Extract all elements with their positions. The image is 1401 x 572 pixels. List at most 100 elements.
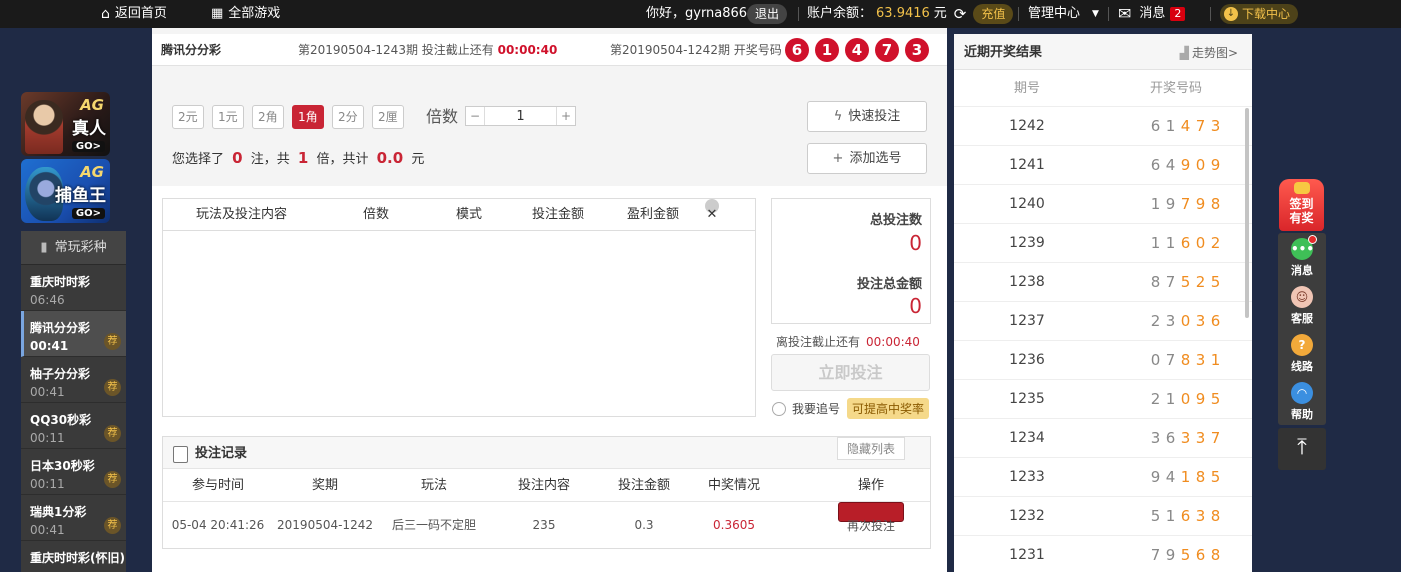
back-to-top-button[interactable]: ⤒ [1278, 428, 1326, 470]
home-link[interactable]: ⌂ 返回首页 [101, 0, 167, 28]
question-icon: ? [1291, 334, 1313, 356]
result-digit: 1 [1150, 195, 1161, 213]
result-period: 1235 [1009, 391, 1045, 407]
result-digit: 9 [1150, 468, 1161, 486]
unit-2fen[interactable]: 2分 [332, 105, 364, 129]
result-digit: 9 [1195, 195, 1206, 213]
sign-in-reward-button[interactable]: 签到 有奖 [1279, 179, 1324, 231]
unit-2yuan[interactable]: 2元 [172, 105, 204, 129]
arrow-up-icon: ⤒ [1297, 435, 1307, 460]
route-tool[interactable]: ? 线路 [1278, 329, 1326, 377]
deadline-timer: 00:00:40 [866, 335, 920, 349]
recharge-button[interactable]: 充值 [973, 4, 1014, 24]
unit-1yuan[interactable]: 1元 [212, 105, 244, 129]
divider [1210, 7, 1211, 21]
result-row: 1232 5 1 6 3 8 [954, 497, 1252, 536]
result-period: 1238 [1009, 274, 1045, 290]
top-bar: ⌂ 返回首页 ▦ 全部游戏 你好，gyrna866 退出 账户余额： 63.94… [0, 0, 1401, 28]
download-center-button[interactable]: ↓ 下载中心 [1220, 0, 1299, 28]
sidebar-item-cqssc[interactable]: 重庆时时彩 06:46 [21, 265, 126, 311]
countdown-timer: 00:00:40 [497, 43, 558, 57]
results-list: 1242 6 1 4 7 3 1241 6 4 9 0 9 1240 1 9 7 9 8 1239 1 1 6 0 2 1238… [954, 107, 1252, 572]
logout-button[interactable]: 退出 [747, 0, 788, 28]
result-digit: 7 [1150, 546, 1161, 564]
result-digit: 6 [1150, 117, 1161, 135]
result-numbers: 61473 [1148, 107, 1223, 146]
result-digit: 7 [1165, 273, 1176, 291]
hide-list-button[interactable]: 隐藏列表 [836, 437, 905, 460]
mail-icon: ✉ [1118, 4, 1132, 23]
help-tool[interactable]: ◠ 帮助 [1278, 377, 1326, 425]
bet-settings: 2元 1元 2角 1角 2分 2厘 倍数 − + 您选择了 0 注，共 1 倍，… [152, 90, 947, 186]
result-period: 1239 [1009, 235, 1045, 251]
multiplier-label: 倍数 [426, 107, 459, 126]
result-digit: 4 [1165, 156, 1176, 174]
document-icon [173, 446, 188, 463]
result-numbers: 19798 [1148, 185, 1223, 224]
trend-chart-link[interactable]: ▟ 走势图> [1180, 34, 1238, 72]
result-digit: 1 [1210, 351, 1221, 369]
quick-bet-button[interactable]: ϟ 快速投注 [807, 101, 927, 132]
submit-bet-button[interactable]: 立即投注 [771, 354, 930, 391]
results-scrollbar[interactable] [1245, 108, 1249, 318]
sidebar-item-japan30[interactable]: 日本30秒彩 00:11 荐 [21, 449, 126, 495]
result-digit: 7 [1165, 351, 1176, 369]
refresh-icon[interactable]: ⟳ [954, 0, 967, 28]
lightning-icon: ϟ [833, 109, 843, 124]
bookmark-icon: ▮ [40, 240, 48, 255]
chart-icon: ▟ [1179, 46, 1189, 60]
result-digit: 4 [1180, 117, 1191, 135]
result-period: 1240 [1009, 196, 1045, 212]
balance-value: 63.9416 [876, 6, 930, 21]
unit-2jiao[interactable]: 2角 [252, 105, 284, 129]
result-digit: 2 [1150, 312, 1161, 330]
unit-2li[interactable]: 2厘 [372, 105, 404, 129]
multiplier-input[interactable] [484, 107, 557, 125]
add-selection-button[interactable]: + 添加选号 [807, 143, 927, 174]
clear-cart-icon[interactable]: ✕ [705, 199, 719, 222]
lottery-info-bar: 腾讯分分彩 第20190504-1243期 投注截止还有 00:00:40 第2… [152, 34, 947, 66]
result-period: 1233 [1009, 469, 1045, 485]
sidebar-item-youzi-ffc[interactable]: 柚子分分彩 00:41 荐 [21, 357, 126, 403]
result-digit: 6 [1195, 546, 1206, 564]
grid-icon: ▦ [211, 6, 224, 21]
message-count-badge: 2 [1170, 7, 1186, 21]
result-numbers: 11602 [1148, 224, 1223, 263]
result-row: 1238 8 7 5 2 5 [954, 263, 1252, 302]
sidebar-item-cqssc-classic[interactable]: 重庆时时彩(怀旧) [21, 541, 126, 572]
current-period-info: 第20190504-1243期 投注截止还有 00:00:40 [298, 43, 558, 57]
result-numbers: 94185 [1148, 458, 1223, 497]
ag-live-banner[interactable]: AG 真人 GO> [21, 92, 110, 156]
speedometer-icon: ◠ [1291, 382, 1313, 404]
result-row: 1234 3 6 3 3 7 [954, 419, 1252, 458]
customer-service-tool[interactable]: ☺ 客服 [1278, 281, 1326, 329]
unit-1jiao[interactable]: 1角 [292, 105, 324, 129]
result-digit: 8 [1180, 351, 1191, 369]
result-numbers: 36337 [1148, 419, 1223, 458]
result-digit: 3 [1180, 429, 1191, 447]
tool-group: ••• 消息 ☺ 客服 ? 线路 ◠ 帮助 [1278, 233, 1326, 425]
result-digit: 1 [1165, 507, 1176, 525]
result-digit: 9 [1165, 195, 1176, 213]
result-period: 1242 [1009, 118, 1045, 134]
sidebar-item-sweden1[interactable]: 瑞典1分彩 00:41 荐 [21, 495, 126, 541]
bet-cart-panel: 玩法及投注内容 倍数 模式 投注金额 盈利金额 ✕ 总投注数 0 投注总金额 0… [152, 186, 947, 572]
plus-button[interactable]: + [557, 107, 575, 125]
result-digit: 5 [1210, 468, 1221, 486]
minus-button[interactable]: − [466, 107, 484, 125]
result-numbers: 87525 [1148, 263, 1223, 302]
ag-fishing-banner[interactable]: AG 捕鱼王 GO> [21, 159, 110, 223]
main-panel: 腾讯分分彩 第20190504-1243期 投注截止还有 00:00:40 第2… [152, 28, 947, 572]
all-games-link[interactable]: ▦ 全部游戏 [211, 0, 280, 28]
sidebar-item-qq30[interactable]: QQ30秒彩 00:11 荐 [21, 403, 126, 449]
rebet-button[interactable]: 再次投注 [837, 502, 905, 533]
result-digit: 3 [1150, 429, 1161, 447]
manage-center-menu[interactable]: 管理中心 ▼ [1028, 0, 1099, 28]
last-number-ball: 7 [875, 38, 899, 62]
sidebar-item-tencent-ffc[interactable]: 腾讯分分彩 00:41 荐 [21, 311, 126, 357]
messages-link[interactable]: ✉ 消息 2 [1118, 0, 1186, 28]
messages-tool[interactable]: ••• 消息 [1278, 233, 1326, 281]
result-digit: 8 [1195, 468, 1206, 486]
result-digit: 9 [1195, 390, 1206, 408]
chase-radio[interactable] [772, 401, 786, 416]
